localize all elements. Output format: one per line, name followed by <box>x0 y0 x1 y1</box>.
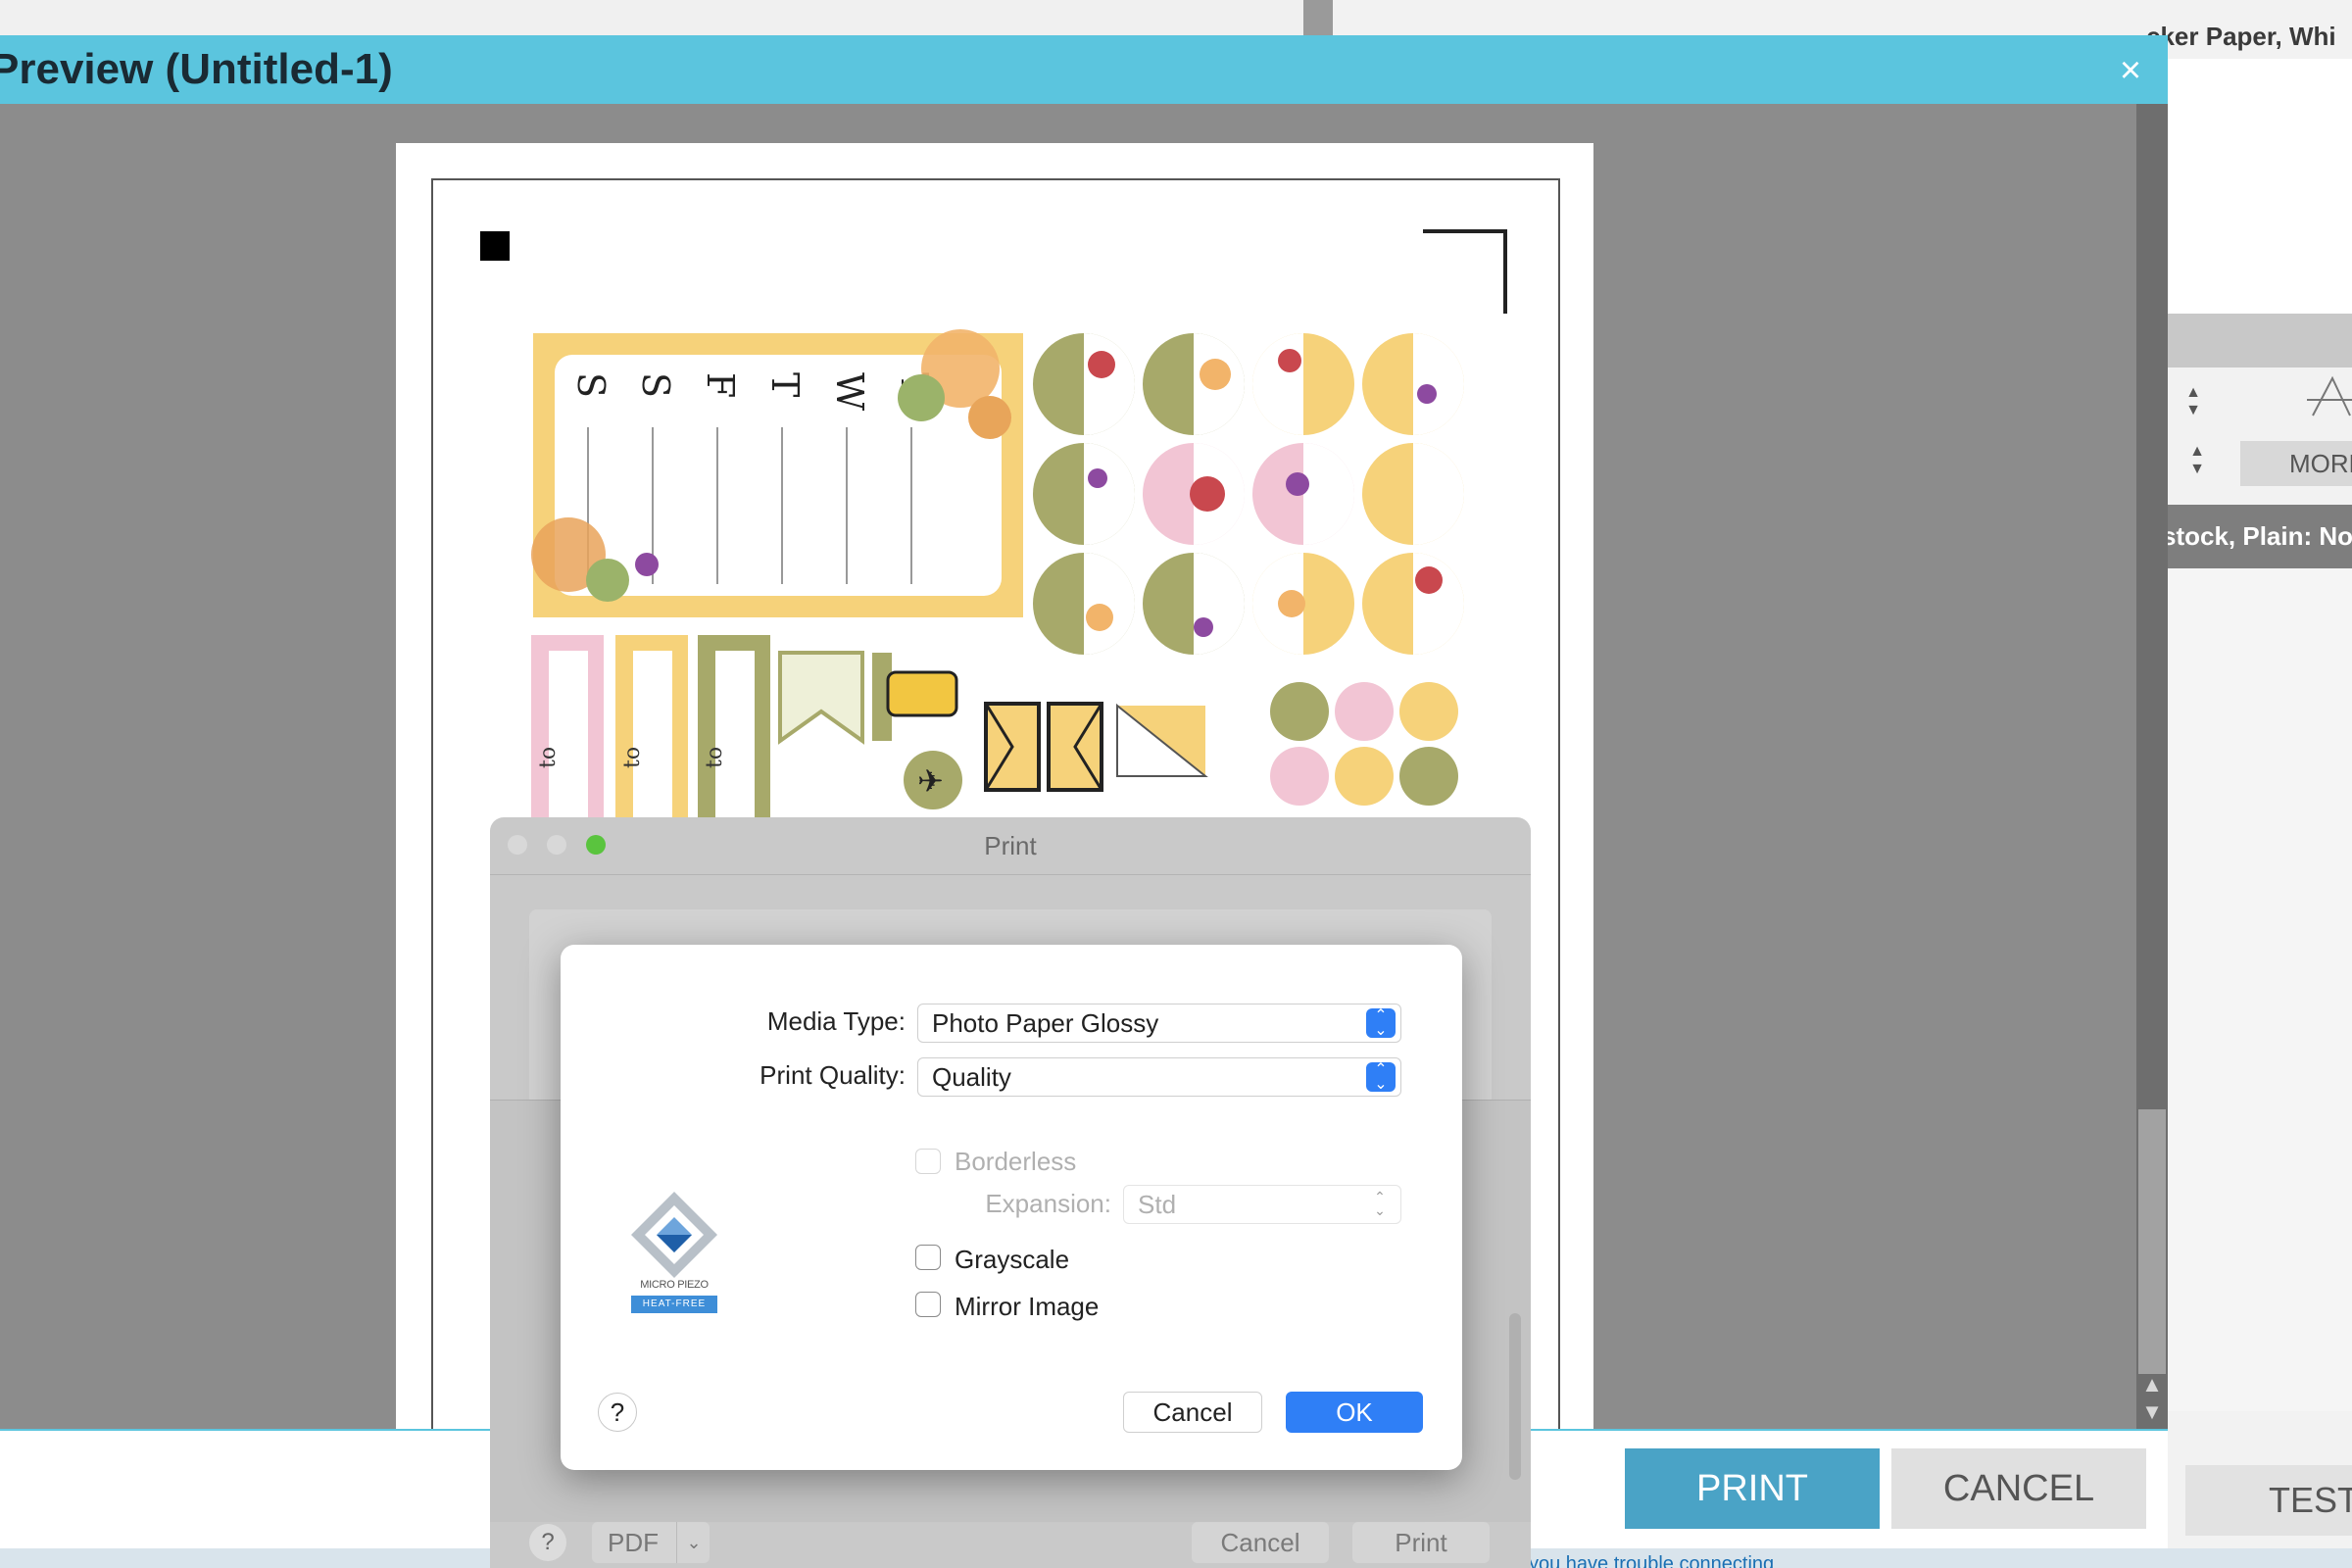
banner-stickers: ✈ <box>778 651 1458 809</box>
scroll-down-arrow-icon[interactable]: ▼ <box>2138 1399 2166 1425</box>
cancel-button[interactable]: Cancel <box>1192 1522 1329 1563</box>
preview-footer <box>0 1429 490 1548</box>
mirror-image-checkbox[interactable] <box>915 1292 941 1317</box>
expansion-label: Expansion: <box>985 1189 1111 1218</box>
print-quality-label: Print Quality: <box>760 1060 906 1090</box>
tab-text: to <box>703 747 727 768</box>
micro-piezo-logo-icon <box>631 1192 717 1278</box>
print-button[interactable]: PRINT <box>1625 1448 1880 1529</box>
stepper-up-down-icon[interactable]: ▲ ▼ <box>2187 443 2207 478</box>
svg-text:✈: ✈ <box>917 762 944 800</box>
more-button[interactable]: MORE <box>2240 441 2352 486</box>
test-button[interactable]: TEST <box>2185 1465 2352 1536</box>
weekday-label: W <box>828 372 871 411</box>
help-button[interactable]: ? <box>598 1393 637 1432</box>
chevron-down-icon[interactable]: ⌄ <box>676 1522 710 1563</box>
background-divider <box>1303 0 1333 35</box>
tab-text: to <box>620 747 645 768</box>
close-icon[interactable]: × <box>2107 47 2154 94</box>
select-arrows-icon[interactable]: ⌃ ⌄ <box>1366 1008 1396 1039</box>
print-dialog-title: Print <box>984 831 1037 860</box>
borderless-label: Borderless <box>955 1147 1077 1176</box>
media-type-value: Photo Paper Glossy <box>932 1008 1159 1038</box>
sticker-artwork: S S F T W T to to t <box>531 329 1464 819</box>
registration-mark-corner <box>1423 229 1507 314</box>
paper-settings-band: stock, Plain: No <box>2168 505 2352 568</box>
status-text[interactable]: you have trouble connecting <box>1529 1550 1921 1568</box>
tab-stickers: to to to <box>531 635 770 819</box>
background-toolbar <box>0 0 1303 35</box>
registration-mark-square <box>480 231 510 261</box>
ok-button[interactable]: OK <box>1286 1392 1423 1433</box>
borderless-checkbox[interactable] <box>915 1149 941 1174</box>
weekly-planner-sticker: S S F T W T <box>531 329 1023 617</box>
expansion-select[interactable]: Std <box>1123 1185 1401 1224</box>
print-quality-value: Quality <box>932 1062 1011 1092</box>
background-panel-white-area <box>2168 59 2352 314</box>
weekday-label: T <box>763 372 807 397</box>
media-type-label: Media Type: <box>766 1006 906 1036</box>
scroll-up-arrow-icon[interactable]: ▲ <box>2138 1372 2166 1397</box>
logo-text: MICRO PIEZO <box>640 1279 709 1291</box>
mirror-image-label: Mirror Image <box>955 1292 1100 1321</box>
round-stickers <box>1033 333 1464 655</box>
triangle-tool-icon[interactable] <box>2303 372 2352 421</box>
print-button[interactable]: Print <box>1352 1522 1490 1563</box>
media-name-label: cker Paper, Whi <box>2146 22 2336 51</box>
weekday-label: F <box>699 372 742 398</box>
cancel-button[interactable]: Cancel <box>1123 1392 1262 1433</box>
scrollbar-thumb[interactable] <box>2138 1109 2166 1374</box>
print-dialog-scrollbar[interactable] <box>1509 1313 1521 1480</box>
stepper-up-down-icon[interactable]: ▲ ▼ <box>2183 384 2203 419</box>
grayscale-label: Grayscale <box>955 1245 1070 1274</box>
paper-settings-label: stock, Plain: No <box>2168 521 2352 551</box>
weekday-label: S <box>569 372 612 398</box>
print-preview-title: Preview (Untitled-1) <box>0 45 393 93</box>
select-arrows-icon[interactable]: ⌃ ⌄ <box>1370 1190 1390 1217</box>
expansion-value: Std <box>1138 1190 1177 1219</box>
background-panel-lower <box>2168 568 2352 1411</box>
help-button[interactable]: ? <box>529 1524 566 1561</box>
grayscale-checkbox[interactable] <box>915 1245 941 1270</box>
select-arrows-icon[interactable]: ⌃ ⌄ <box>1366 1062 1396 1093</box>
logo-badge: HEAT-FREE <box>631 1296 717 1313</box>
print-quality-select[interactable]: Quality <box>917 1057 1401 1097</box>
media-type-select[interactable]: Photo Paper Glossy <box>917 1004 1401 1043</box>
cancel-button[interactable]: CANCEL <box>1891 1448 2146 1529</box>
tab-text: to <box>536 747 561 768</box>
background-panel-header <box>2168 314 2352 368</box>
weekday-label: S <box>634 372 677 398</box>
